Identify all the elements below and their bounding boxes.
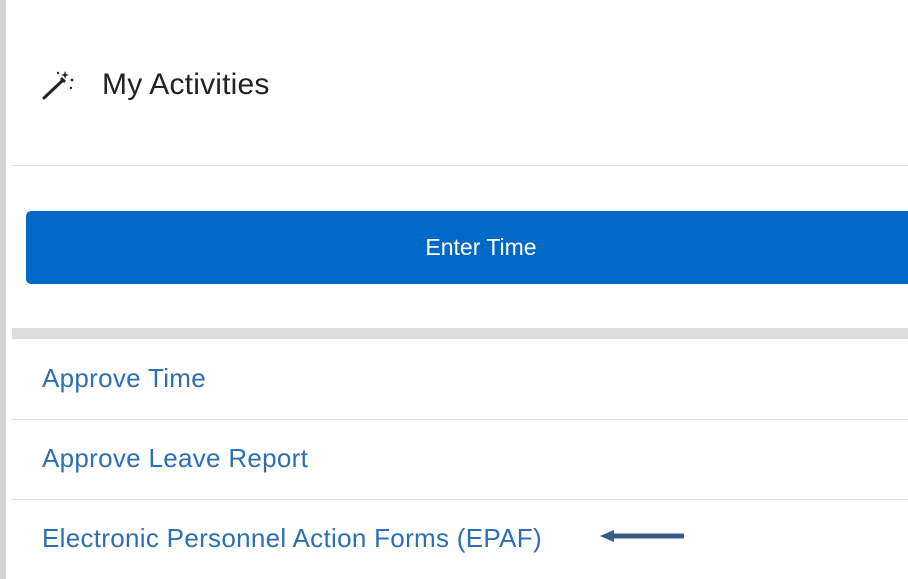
approve-leave-report-link[interactable]: Approve Leave Report: [42, 443, 308, 474]
page-title: My Activities: [102, 68, 270, 101]
panel-header: My Activities: [12, 0, 908, 166]
list-item-epaf: Electronic Personnel Action Forms (EPAF): [12, 499, 908, 579]
list-item-approve-leave-report: Approve Leave Report: [12, 419, 908, 500]
section-divider: [12, 328, 908, 339]
enter-time-button[interactable]: Enter Time: [26, 211, 908, 284]
left-border: [0, 0, 6, 579]
list-item-approve-time: Approve Time: [12, 339, 908, 420]
my-activities-panel: My Activities Enter Time Approve Time Ap…: [12, 0, 908, 579]
epaf-link[interactable]: Electronic Personnel Action Forms (EPAF): [42, 523, 542, 554]
magic-wand-icon: [41, 68, 77, 102]
approve-time-link[interactable]: Approve Time: [42, 363, 206, 394]
enter-time-label: Enter Time: [425, 234, 537, 260]
arrow-left-icon: [600, 529, 684, 543]
my-activities-screen: My Activities Enter Time Approve Time Ap…: [0, 0, 908, 579]
